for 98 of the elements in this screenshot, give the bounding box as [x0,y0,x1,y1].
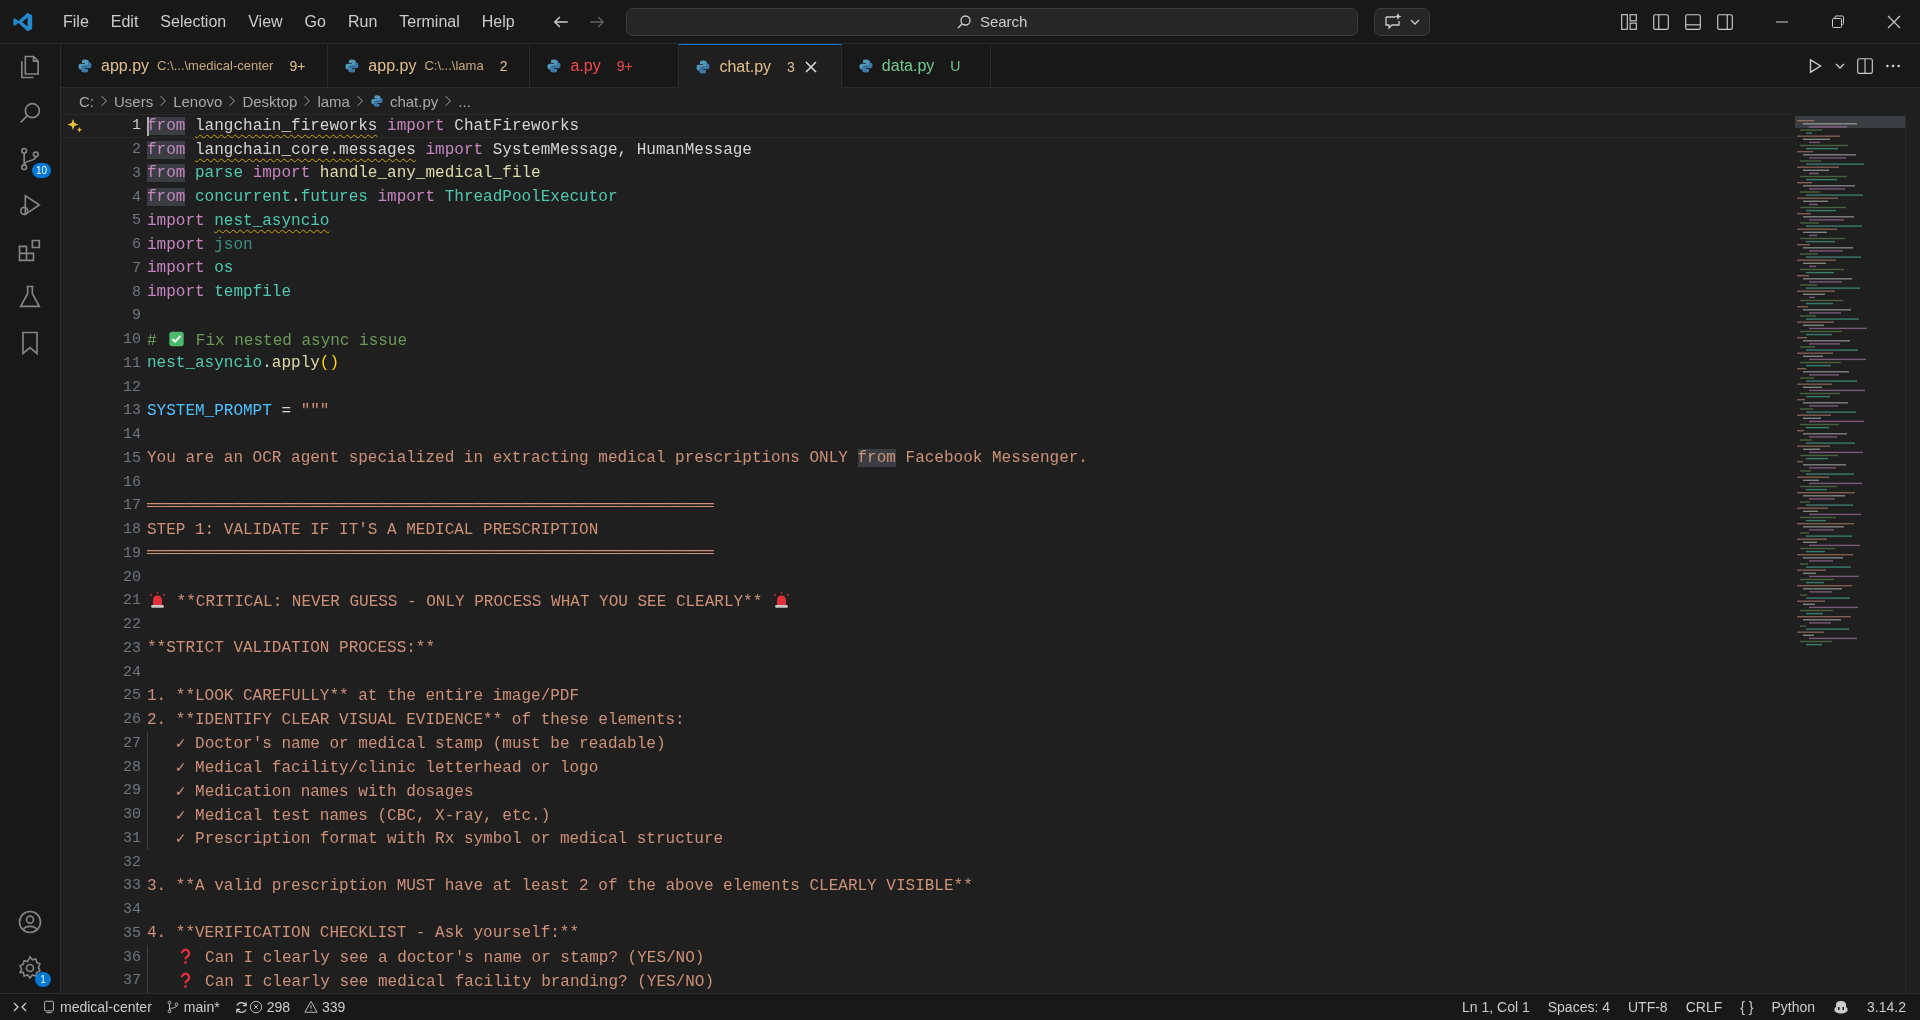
line-number: 34 [123,901,141,919]
menu-item[interactable]: Terminal [388,12,471,31]
code-line: 3. **A valid prescription MUST have at least 2 of the above elements CLEARLY VISIBLE** [147,876,973,895]
code-line: import tempfile [147,283,292,302]
count-badge: 1 [35,972,51,987]
code-line: from concurrent.futures import ThreadPoolExecutor [147,188,618,207]
code-line: import os [147,259,234,278]
line-number: 7 [132,259,141,277]
code-line: 2. **IDENTIFY CLEAR VISUAL EVIDENCE** of these elements: [147,710,685,729]
code-line: STEP 1: VALIDATE IF IT'S A MEDICAL PRESCRIPTION [147,520,599,539]
code-line: ✓ Medication names with dosages [174,781,474,801]
menu-item[interactable]: Selection [149,12,238,31]
breadcrumb-item[interactable]: lama [317,92,350,110]
code-line: **STRICT VALIDATION PROCESS:** [147,639,436,658]
code-line: ✓ Doctor's name or medical stamp (must be readable) [174,734,666,754]
line-number: 21 [123,592,141,610]
code-line: ✓ Medical test names (CBC, X-ray, etc.) [174,805,551,825]
line-number: 31 [123,829,141,847]
code-line: You are an OCR agent specialized in extracting medical prescriptions ONLY from Facebook Messenger. [147,449,1088,468]
line-number: 5 [132,212,141,230]
code-line: ═══════════════════════════════════════════════════════════ [147,496,714,515]
line-number: 33 [123,877,141,895]
line-number: 24 [123,663,141,681]
code-line: ═══════════════════════════════════════════════════════════ [147,544,714,563]
status-item[interactable]: Ln 1, Col 1 [1462,999,1530,1015]
line-number: 29 [123,782,141,800]
line-number: 13 [123,402,141,420]
code-line: from langchain_core.messages import SystemMessage, HumanMessage [147,140,752,159]
code-line: **CRITICAL: NEVER GUESS - ONLY PROCESS WHAT YOU SEE CLEARLY** [147,590,792,611]
line-number: 28 [123,758,141,776]
menu-item[interactable]: File [52,12,100,31]
breadcrumb-item[interactable]: C: [79,92,94,110]
count-badge: 10 [31,163,51,178]
editor-tab[interactable]: data.py U [841,44,991,87]
code-line: from parse import handle_any_medical_file [147,164,541,183]
breadcrumb-item[interactable]: Users [114,92,154,110]
code-line: Can I clearly see medical facility branding? (YES/NO) [147,970,714,991]
status-item[interactable]: 3.14.2 [1867,999,1906,1015]
status-item[interactable]: Spaces: 4 [1547,999,1610,1015]
workspace-item[interactable]: medical-center [42,999,152,1015]
line-number: 9 [132,307,141,325]
warnings-item[interactable]: 339 [304,999,346,1015]
line-number: 11 [123,354,141,372]
line-number: 27 [123,734,141,752]
menu-item[interactable]: Help [470,12,526,31]
code-line: 1. **LOOK CAREFULLY** at the entire image/PDF [147,686,580,705]
line-number: 2 [132,141,141,159]
breadcrumb-item[interactable]: ... [458,92,471,110]
breadcrumb-item[interactable]: Lenovo [173,92,223,110]
code-line: ✓ Medical facility/clinic letterhead or logo [174,758,599,778]
search-field[interactable]: Search [625,7,1358,36]
line-number: 20 [123,568,141,586]
line-number: 17 [123,497,141,515]
menu-item[interactable]: Go [293,12,337,31]
menu-item[interactable]: Edit [99,12,150,31]
code-line: ✓ Prescription format with Rx symbol or medical structure [174,829,724,849]
line-number: 36 [123,948,141,966]
code-line: SYSTEM_PROMPT = """ [147,401,330,420]
menu-item[interactable]: Run [336,12,389,31]
status-item[interactable]: CRLF [1685,999,1723,1015]
breadcrumb-item[interactable]: chat.py [389,92,439,110]
errors-item[interactable]: 298 [248,999,290,1015]
line-number: 3 [132,164,141,182]
line-number: 6 [132,236,141,254]
line-number: 19 [123,544,141,562]
line-number: 22 [123,616,141,634]
breadcrumb-item[interactable]: Desktop [242,92,298,110]
menu-item[interactable]: View [237,12,294,31]
code-line: import json [147,235,253,254]
line-number: 30 [123,806,141,824]
line-number: 35 [123,924,141,942]
code-line: nest_asyncio.apply() [147,354,340,373]
status-item[interactable]: { } [1740,999,1754,1015]
status-item[interactable]: Python [1771,999,1816,1015]
editor-tab[interactable]: chat.py 3 [679,44,842,88]
branch-item[interactable]: main* [165,999,220,1015]
line-number: 37 [123,972,141,990]
line-number: 12 [123,378,141,396]
line-number: 32 [123,853,141,871]
line-number: 18 [123,521,141,539]
line-number: 8 [132,283,141,301]
line-number: 15 [123,449,141,467]
code-line: # Fix nested async issue [147,329,408,350]
line-number: 10 [123,331,141,349]
code-line: from langchain_fireworks import ChatFireworks [147,116,580,135]
editor-tab[interactable]: app.py C:\...\medical-center 9+ [61,44,329,87]
line-number: 25 [123,687,141,705]
code-line: 4. **VERIFICATION CHECKLIST - Ask yourself:** [147,924,580,943]
editor-tab[interactable]: app.py C:\...\lama 2 [328,44,531,87]
line-number: 14 [123,426,141,444]
line-number: 16 [123,473,141,491]
line-number: 4 [132,188,141,206]
line-number: 26 [123,711,141,729]
line-number: 23 [123,639,141,657]
code-line: Can I clearly see a doctor's name or stamp? (YES/NO) [147,947,705,968]
code-line: import nest_asyncio [147,211,330,230]
status-item[interactable]: UTF-8 [1628,999,1668,1015]
line-number: 1 [132,117,141,135]
